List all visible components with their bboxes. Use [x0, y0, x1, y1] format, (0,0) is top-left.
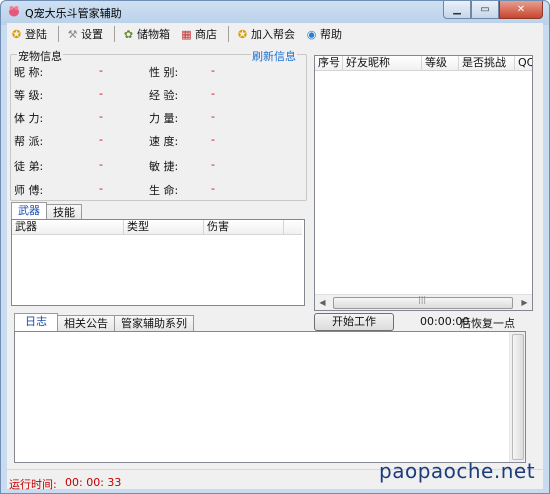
- vscroll-thumb[interactable]: [512, 334, 524, 460]
- toolbar-separator: [114, 26, 115, 42]
- join-guild-button[interactable]: ✪ 加入帮会: [233, 24, 298, 44]
- restore-suffix: 后恢复一点: [460, 317, 515, 330]
- login-icon: ✪: [11, 27, 22, 41]
- stamina-value: -: [99, 110, 103, 123]
- col-friend-nickname[interactable]: 好友昵称: [343, 56, 422, 70]
- log-tabs: 日志 相关公告 管家辅助系列: [14, 313, 194, 332]
- weapon-table-header: 武器 类型 伤害: [12, 220, 302, 235]
- login-label: 登陆: [25, 28, 47, 41]
- pet-info-group: 宠物信息 刷新信息 昵 称: - 性 别: - 等 级: - 经 验: - 体 …: [10, 48, 307, 201]
- col-qq[interactable]: QQ: [515, 56, 532, 70]
- col-weapon[interactable]: 武器: [12, 220, 124, 234]
- col-type[interactable]: 类型: [124, 220, 204, 234]
- guild-value: -: [99, 133, 103, 146]
- storage-icon: ✿: [123, 27, 134, 41]
- toolbar-separator: [228, 26, 229, 42]
- tab-log[interactable]: 日志: [14, 313, 58, 332]
- life-label: 生 命:: [149, 184, 179, 197]
- close-button[interactable]: ✕: [499, 1, 543, 19]
- wrench-icon: ⚒: [67, 27, 78, 41]
- nickname-label: 昵 称:: [14, 66, 44, 79]
- storage-label: 储物箱: [137, 28, 170, 41]
- tab-announcements[interactable]: 相关公告: [57, 315, 115, 332]
- stamina-label: 体 力:: [14, 112, 44, 125]
- friends-list: 序号 好友昵称 等级 是否挑战 QQ ◀ ||| ▶: [314, 55, 533, 311]
- guild-icon: ✪: [237, 27, 248, 41]
- shop-button[interactable]: ▦ 商店: [177, 24, 220, 44]
- settings-button[interactable]: ⚒ 设置: [63, 24, 106, 44]
- level-value: -: [99, 87, 103, 100]
- log-vscrollbar[interactable]: [509, 332, 525, 462]
- weapon-panel: 武器 类型 伤害: [11, 219, 305, 306]
- level-label: 等 级:: [14, 89, 44, 102]
- scroll-left-icon[interactable]: ◀: [315, 295, 330, 310]
- toolbar-separator: [58, 26, 59, 42]
- col-challenge[interactable]: 是否挑战: [459, 56, 515, 70]
- pet-info-title: 宠物信息: [17, 48, 63, 64]
- col-damage[interactable]: 伤害: [204, 220, 284, 234]
- minimize-icon: ▁: [453, 4, 461, 15]
- help-button[interactable]: ◉ 帮助: [302, 24, 345, 44]
- strength-value: -: [211, 110, 215, 123]
- master-label: 师 傅:: [14, 184, 44, 197]
- life-value: -: [211, 182, 215, 195]
- shop-label: 商店: [195, 28, 217, 41]
- runtime-value: 00: 00: 33: [65, 476, 122, 489]
- scroll-right-icon[interactable]: ▶: [517, 295, 532, 310]
- agility-value: -: [211, 158, 215, 171]
- experience-value: -: [211, 87, 215, 100]
- speed-value: -: [211, 133, 215, 146]
- tab-butler-series[interactable]: 管家辅助系列: [114, 315, 194, 332]
- apprentice-value: -: [99, 158, 103, 171]
- app-window: Q宠大乐斗管家辅助 ▁ ▭ ✕ ✪ 登陆 ⚒ 设置 ✿ 储物箱 ▦ 商店 ✪ 加…: [0, 0, 550, 494]
- shop-icon: ▦: [181, 27, 192, 41]
- log-panel: [14, 331, 526, 463]
- close-icon: ✕: [516, 4, 526, 15]
- toolbar: ✪ 登陆 ⚒ 设置 ✿ 储物箱 ▦ 商店 ✪ 加入帮会 ◉ 帮助: [7, 23, 543, 45]
- app-icon: [9, 6, 19, 17]
- client-area: ✪ 登陆 ⚒ 设置 ✿ 储物箱 ▦ 商店 ✪ 加入帮会 ◉ 帮助 宠物信息 刷新…: [7, 23, 543, 491]
- minimize-button[interactable]: ▁: [443, 1, 471, 19]
- col-level[interactable]: 等级: [422, 56, 459, 70]
- gender-label: 性 别:: [149, 66, 179, 79]
- guild-label: 帮 派:: [14, 135, 44, 148]
- start-work-button[interactable]: 开始工作: [314, 313, 394, 331]
- friends-hscrollbar[interactable]: ◀ ||| ▶: [315, 294, 532, 310]
- runtime-label: 运行时间:: [9, 478, 57, 491]
- refresh-info-link[interactable]: 刷新信息: [251, 48, 297, 64]
- hscroll-thumb[interactable]: |||: [333, 295, 513, 309]
- experience-label: 经 验:: [149, 89, 179, 102]
- login-button[interactable]: ✪ 登陆: [7, 24, 50, 44]
- maximize-icon: ▭: [480, 4, 490, 15]
- storage-button[interactable]: ✿ 储物箱: [119, 24, 173, 44]
- friends-table-header: 序号 好友昵称 等级 是否挑战 QQ: [315, 56, 532, 71]
- join-guild-label: 加入帮会: [251, 28, 295, 41]
- speed-label: 速 度:: [149, 135, 179, 148]
- watermark: paopaoche.net: [379, 459, 536, 483]
- col-index[interactable]: 序号: [315, 56, 343, 70]
- title-bar[interactable]: Q宠大乐斗管家辅助 ▁ ▭ ✕: [1, 1, 549, 23]
- maximize-button[interactable]: ▭: [471, 1, 499, 19]
- strength-label: 力 量:: [149, 112, 179, 125]
- grip-icon: |||: [418, 295, 427, 304]
- help-icon: ◉: [306, 27, 317, 41]
- settings-label: 设置: [81, 28, 103, 41]
- gender-value: -: [211, 64, 215, 77]
- apprentice-label: 徒 弟:: [14, 160, 44, 173]
- master-value: -: [99, 182, 103, 195]
- nickname-value: -: [99, 64, 103, 77]
- window-title: Q宠大乐斗管家辅助: [25, 7, 122, 20]
- agility-label: 敏 捷:: [149, 160, 179, 173]
- help-label: 帮助: [320, 28, 342, 41]
